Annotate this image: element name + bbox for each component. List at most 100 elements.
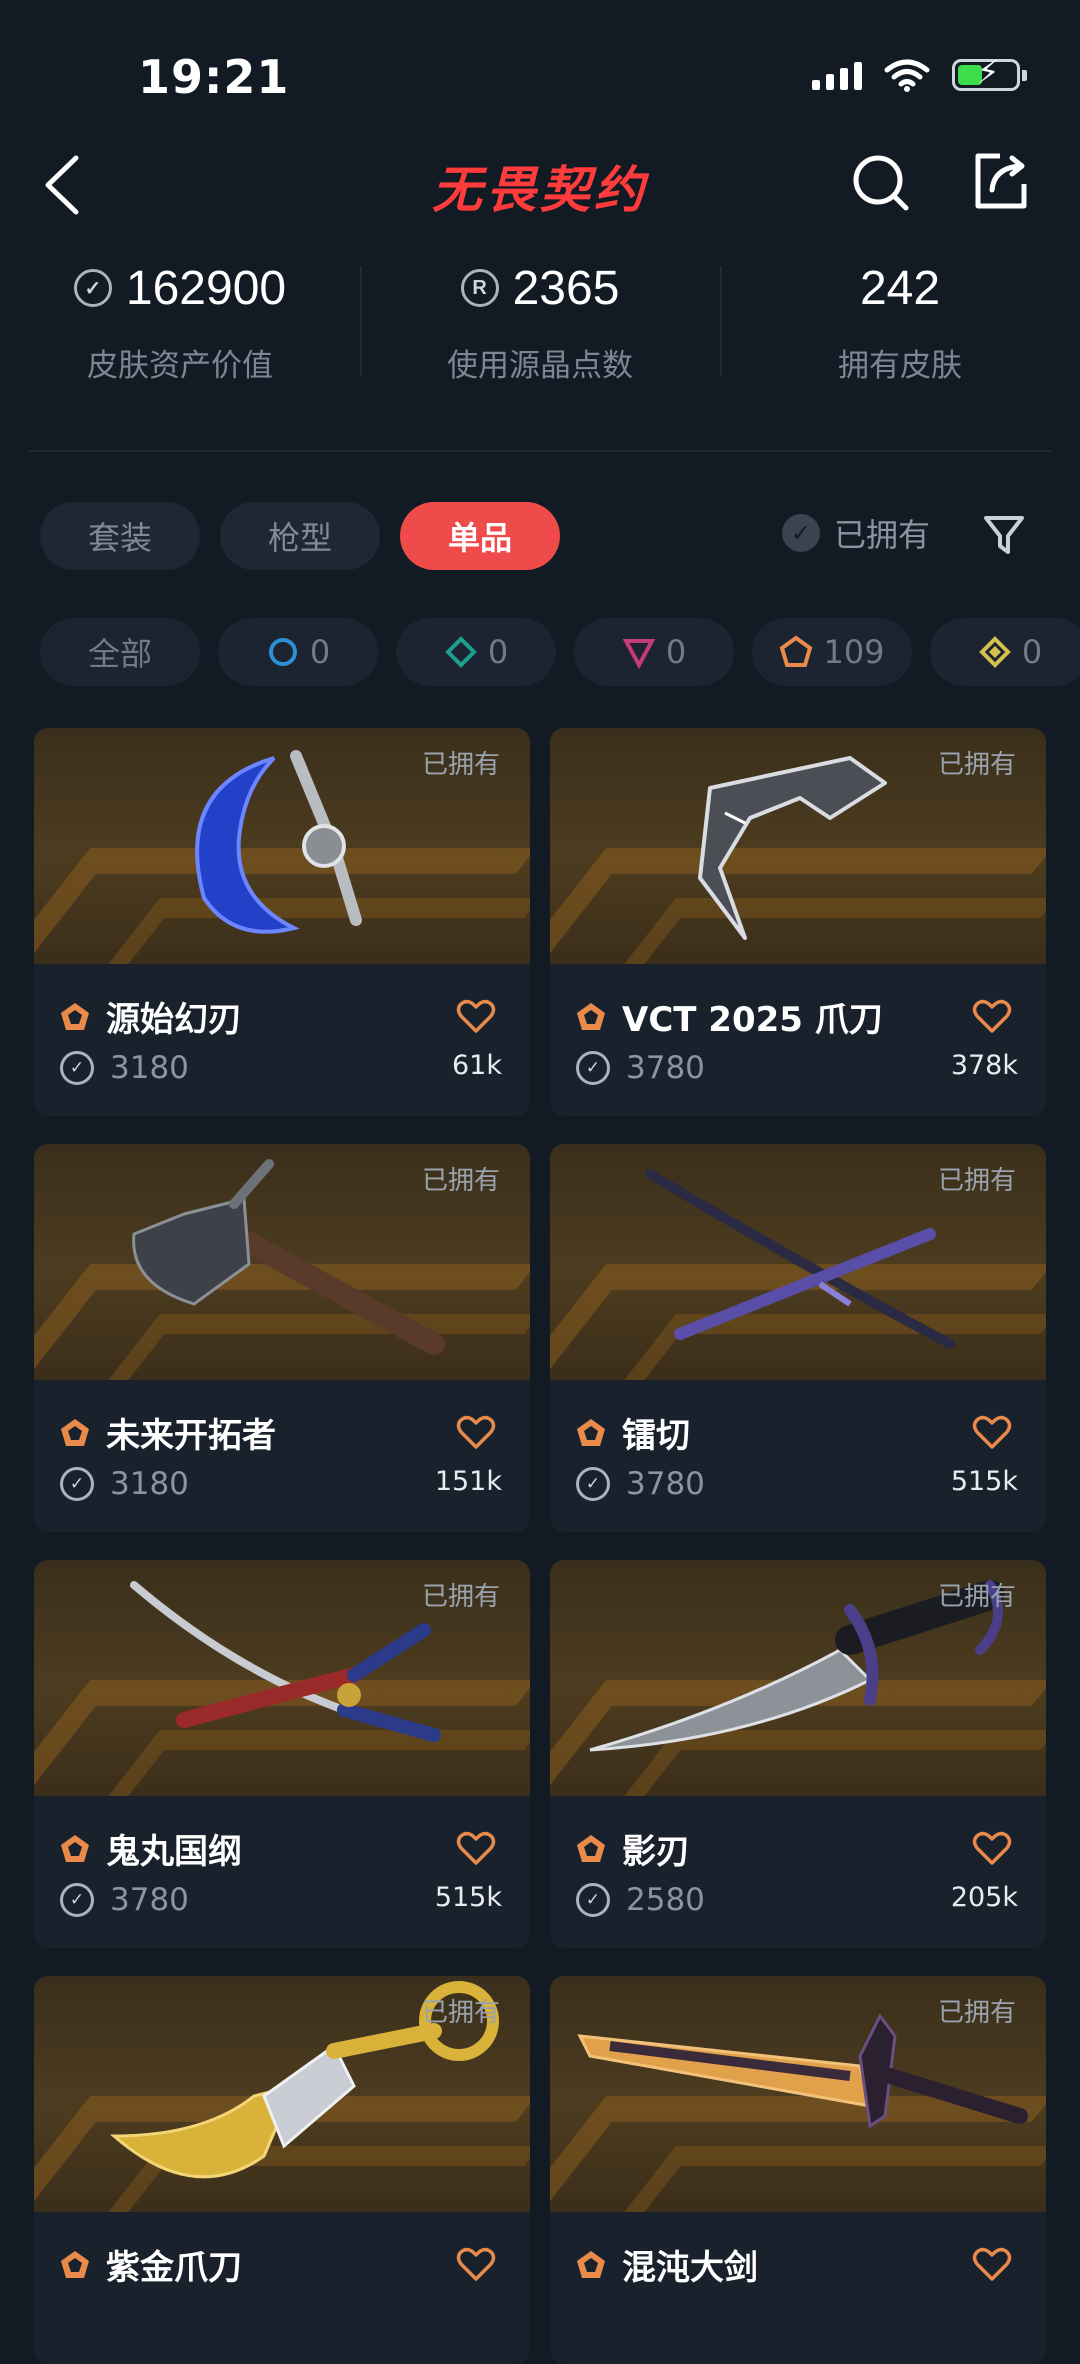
stat-skins-owned: 242 拥有皮肤 xyxy=(720,258,1080,398)
heart-icon[interactable] xyxy=(456,2246,496,2282)
skin-name: 源始幻刃 xyxy=(58,992,242,1041)
exclusive-tier-icon xyxy=(577,1834,605,1862)
chip-select-tier[interactable]: 0 xyxy=(218,618,378,686)
heart-icon[interactable] xyxy=(456,1830,496,1866)
like-count: 205k xyxy=(950,1882,1018,1913)
chip-deluxe-tier[interactable]: 0 xyxy=(396,618,556,686)
exclusive-tier-icon xyxy=(61,2250,89,2278)
divider xyxy=(28,450,1052,452)
skin-image: 已拥有 xyxy=(550,1976,1046,2212)
skin-price: ✓ 3780 xyxy=(576,1050,705,1086)
chip-count: 0 xyxy=(309,633,331,671)
heart-icon[interactable] xyxy=(972,1414,1012,1450)
skin-card[interactable]: 已拥有 VCT 2025 爪刀 ✓ 3780 378k xyxy=(550,728,1046,1116)
skin-name-text: 鬼丸国纲 xyxy=(106,1832,242,1872)
price-value: 3180 xyxy=(110,1466,189,1502)
skin-card[interactable]: 已拥有 源始幻刃 ✓ 3180 61k xyxy=(34,728,530,1116)
exclusive-tier-icon xyxy=(61,1418,89,1446)
like-count: 515k xyxy=(950,1466,1018,1497)
like-count: 61k xyxy=(452,1050,502,1081)
chip-ultra-tier[interactable]: 0 xyxy=(930,618,1080,686)
price-value: 3180 xyxy=(110,1050,189,1086)
vp-coin-icon: ✓ xyxy=(60,1051,94,1085)
price-value: 3780 xyxy=(626,1466,705,1502)
checkmark-icon: ✓ xyxy=(782,514,820,552)
category-tabs: 套装 枪型 单品 xyxy=(40,502,560,570)
skin-image: 已拥有 xyxy=(550,1144,1046,1380)
skin-name: 鬼丸国纲 xyxy=(58,1824,242,1873)
skin-card[interactable]: 已拥有 镭切 ✓ 3780 515k xyxy=(550,1144,1046,1532)
exclusive-tier-icon xyxy=(577,2250,605,2278)
tab-single-items[interactable]: 单品 xyxy=(400,502,560,570)
vp-coin-icon: ✓ xyxy=(576,1467,610,1501)
status-time: 19:21 xyxy=(138,50,290,104)
stat-value: 242 xyxy=(859,261,941,315)
chip-premium-tier[interactable]: 0 xyxy=(574,618,734,686)
vp-coin-icon: ✓ xyxy=(576,1051,610,1085)
skin-card[interactable]: 已拥有 紫金爪刀 xyxy=(34,1976,530,2364)
heart-icon[interactable] xyxy=(972,998,1012,1034)
skin-name-text: VCT 2025 爪刀 xyxy=(622,1000,883,1040)
heart-icon[interactable] xyxy=(456,1414,496,1450)
stat-radianite-used: R 2365 使用源晶点数 xyxy=(360,258,720,398)
skin-image: 已拥有 xyxy=(550,1560,1046,1796)
chip-count: 109 xyxy=(823,633,885,671)
filter-icon[interactable] xyxy=(980,510,1028,558)
tab-bundles[interactable]: 套装 xyxy=(40,502,200,570)
owned-tag: 已拥有 xyxy=(421,1582,500,1612)
tab-gun-types[interactable]: 枪型 xyxy=(220,502,380,570)
chip-all[interactable]: 全部 xyxy=(40,618,200,686)
skin-card[interactable]: 已拥有 影刃 ✓ 2580 205k xyxy=(550,1560,1046,1948)
skin-image: 已拥有 xyxy=(550,728,1046,964)
cellular-signal-icon xyxy=(812,60,862,90)
exclusive-tier-icon xyxy=(61,1002,89,1030)
chip-count: 0 xyxy=(1021,633,1043,671)
deluxe-tier-icon xyxy=(444,636,477,668)
ultra-tier-icon xyxy=(978,636,1011,668)
heart-icon[interactable] xyxy=(972,1830,1012,1866)
like-count: 151k xyxy=(434,1466,502,1497)
skin-name-text: 未来开拓者 xyxy=(106,1416,276,1456)
price-value: 3780 xyxy=(110,1882,189,1918)
owned-tag: 已拥有 xyxy=(937,1998,1016,2028)
owned-tag: 已拥有 xyxy=(937,1166,1016,1196)
skin-name-text: 混沌大剑 xyxy=(622,2248,758,2288)
like-count: 515k xyxy=(434,1882,502,1913)
skin-name-text: 镭切 xyxy=(622,1416,690,1456)
owned-tag: 已拥有 xyxy=(421,1166,500,1196)
price-value: 2580 xyxy=(626,1882,705,1918)
status-icons: ⚡ xyxy=(812,56,1027,92)
heart-icon[interactable] xyxy=(972,2246,1012,2282)
app-title-logo: 无畏契约 xyxy=(432,161,648,219)
stat-asset-value: ✓ 162900 皮肤资产价值 xyxy=(0,258,360,398)
skin-image: 已拥有 xyxy=(34,1976,530,2212)
skin-image: 已拥有 xyxy=(34,728,530,964)
skin-price: ✓ 3780 xyxy=(60,1882,189,1918)
owned-only-toggle[interactable]: ✓ 已拥有 xyxy=(782,510,930,556)
skin-name: 镭切 xyxy=(574,1408,690,1457)
owned-tag: 已拥有 xyxy=(421,750,500,780)
skin-card[interactable]: 已拥有 混沌大剑 xyxy=(550,1976,1046,2364)
skin-name-text: 影刃 xyxy=(622,1832,690,1872)
skin-name: 紫金爪刀 xyxy=(58,2240,242,2289)
chip-count: 0 xyxy=(665,633,687,671)
wifi-icon xyxy=(884,59,930,92)
heart-icon[interactable] xyxy=(456,998,496,1034)
stat-label: 拥有皮肤 xyxy=(838,348,962,384)
search-icon[interactable] xyxy=(850,150,914,214)
skin-price: ✓ 3180 xyxy=(60,1466,189,1502)
exclusive-tier-icon xyxy=(577,1418,605,1446)
owned-tag: 已拥有 xyxy=(937,750,1016,780)
skin-name-text: 紫金爪刀 xyxy=(106,2248,242,2288)
select-tier-icon xyxy=(268,638,297,666)
chip-count: 0 xyxy=(487,633,509,671)
tier-filter-chips: 全部 0 0 0 109 0 xyxy=(40,618,1080,686)
chip-exclusive-tier[interactable]: 109 xyxy=(752,618,912,686)
skin-card[interactable]: 已拥有 鬼丸国纲 ✓ 3780 515k xyxy=(34,1560,530,1948)
skin-grid: 已拥有 源始幻刃 ✓ 3180 61k 已拥有 VCT 2025 爪刀 ✓ 37… xyxy=(34,728,1046,2364)
share-icon[interactable] xyxy=(970,150,1032,212)
asset-stats: ✓ 162900 皮肤资产价值 R 2365 使用源晶点数 242 拥有皮肤 xyxy=(0,258,1080,398)
skin-name: 未来开拓者 xyxy=(58,1408,276,1457)
skin-name: 影刃 xyxy=(574,1824,690,1873)
skin-card[interactable]: 已拥有 未来开拓者 ✓ 3180 151k xyxy=(34,1144,530,1532)
